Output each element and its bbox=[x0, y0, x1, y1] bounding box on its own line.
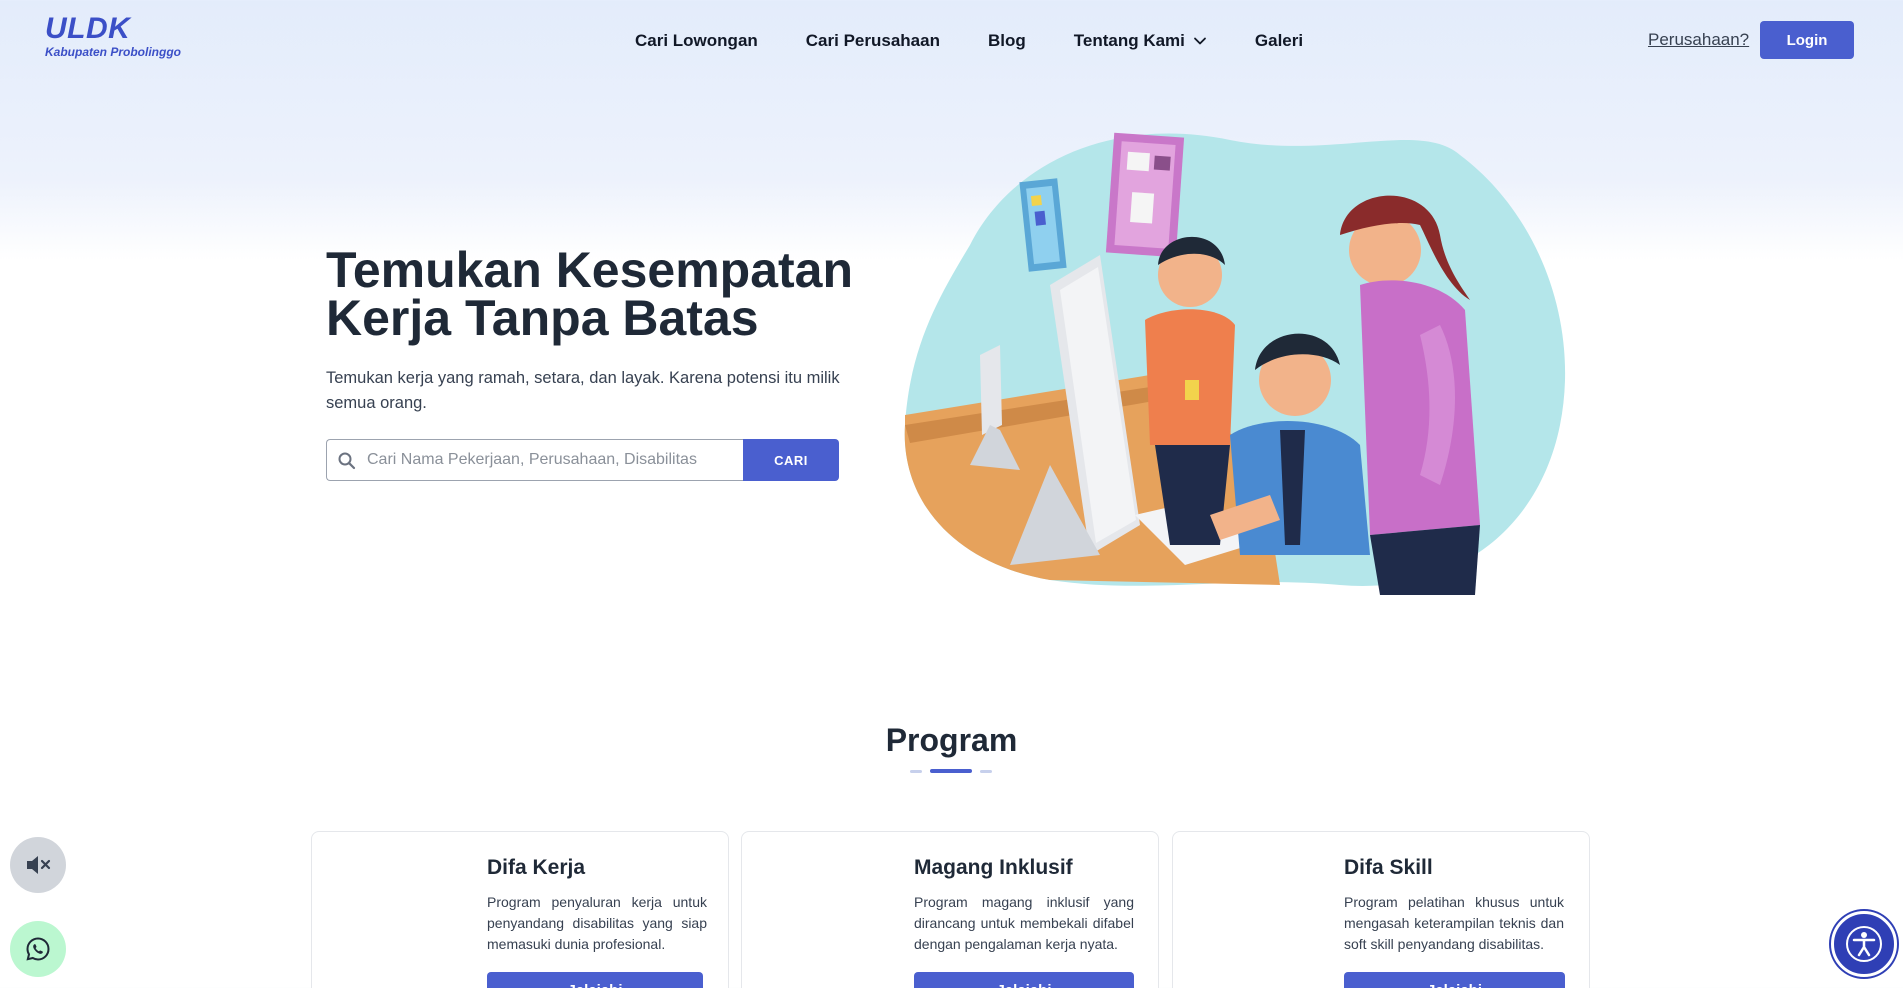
main-nav: Cari Lowongan Cari Perusahaan Blog Tenta… bbox=[635, 29, 1303, 53]
whatsapp-icon bbox=[26, 937, 50, 961]
explore-button[interactable]: Jelajahi bbox=[487, 972, 703, 988]
logo-subtitle: Kabupaten Probolinggo bbox=[45, 45, 181, 59]
office-team-illustration bbox=[904, 132, 1566, 595]
nav-blog[interactable]: Blog bbox=[988, 31, 1026, 51]
card-title: Difa Kerja bbox=[487, 856, 586, 879]
section-title-program: Program bbox=[885, 722, 1018, 758]
site-header: ULDK Kabupaten Probolinggo Cari Lowongan… bbox=[0, 0, 1903, 80]
accessibility-icon bbox=[1846, 926, 1882, 962]
program-card-magang-inklusif: Magang Inklusif Program magang inklusif … bbox=[741, 831, 1159, 988]
nav-label: Galeri bbox=[1254, 31, 1304, 50]
company-link[interactable]: Perusahaan? bbox=[1648, 30, 1749, 50]
title-underline-decoration bbox=[910, 769, 994, 775]
hero-title-line-2: Kerja Tanpa Batas bbox=[326, 290, 759, 346]
login-button[interactable]: Login bbox=[1760, 21, 1854, 59]
card-title: Magang Inklusif bbox=[914, 856, 1073, 879]
explore-button[interactable]: Jelajahi bbox=[1344, 972, 1565, 988]
nav-label: Blog bbox=[987, 31, 1026, 50]
accessibility-button[interactable] bbox=[1831, 911, 1897, 977]
nav-cari-lowongan[interactable]: Cari Lowongan bbox=[635, 31, 758, 51]
program-card-difa-kerja: Difa Kerja Program penyaluran kerja untu… bbox=[311, 831, 729, 988]
card-description: Program penyaluran kerja untuk penyandan… bbox=[487, 894, 707, 952]
mute-audio-button[interactable] bbox=[10, 837, 66, 893]
search-button[interactable]: CARI bbox=[743, 439, 839, 481]
nav-cari-perusahaan[interactable]: Cari Perusahaan bbox=[806, 31, 940, 51]
site-logo[interactable]: ULDK Kabupaten Probolinggo bbox=[45, 14, 205, 64]
job-search-bar: CARI bbox=[326, 439, 839, 481]
program-card-difa-skill: Difa Skill Program pelatihan khusus untu… bbox=[1172, 831, 1590, 988]
speaker-muted-icon bbox=[27, 856, 51, 874]
nav-tentang-kami-dropdown[interactable]: Tentang Kami bbox=[1074, 31, 1207, 51]
explore-button[interactable]: Jelajahi bbox=[914, 972, 1134, 988]
nav-label: Cari Lowongan bbox=[635, 31, 758, 50]
card-description: Program pelatihan khusus untuk mengasah … bbox=[1344, 894, 1564, 952]
search-field bbox=[326, 439, 743, 481]
card-title: Difa Skill bbox=[1344, 856, 1433, 879]
hero-subtitle: Temukan kerja yang ramah, setara, dan la… bbox=[326, 369, 840, 412]
search-input[interactable] bbox=[367, 440, 737, 480]
nav-galeri[interactable]: Galeri bbox=[1255, 31, 1303, 51]
nav-label: Cari Perusahaan bbox=[805, 31, 940, 50]
card-description: Program magang inklusif yang dirancang u… bbox=[914, 894, 1134, 952]
logo-title: ULDK bbox=[45, 12, 131, 45]
search-icon bbox=[338, 452, 356, 470]
chevron-down-icon bbox=[1193, 37, 1206, 45]
whatsapp-button[interactable] bbox=[10, 921, 66, 977]
nav-label: Tentang Kami bbox=[1073, 31, 1185, 50]
hero-title: Temukan Kesempatan Kerja Tanpa Batas bbox=[326, 245, 886, 343]
